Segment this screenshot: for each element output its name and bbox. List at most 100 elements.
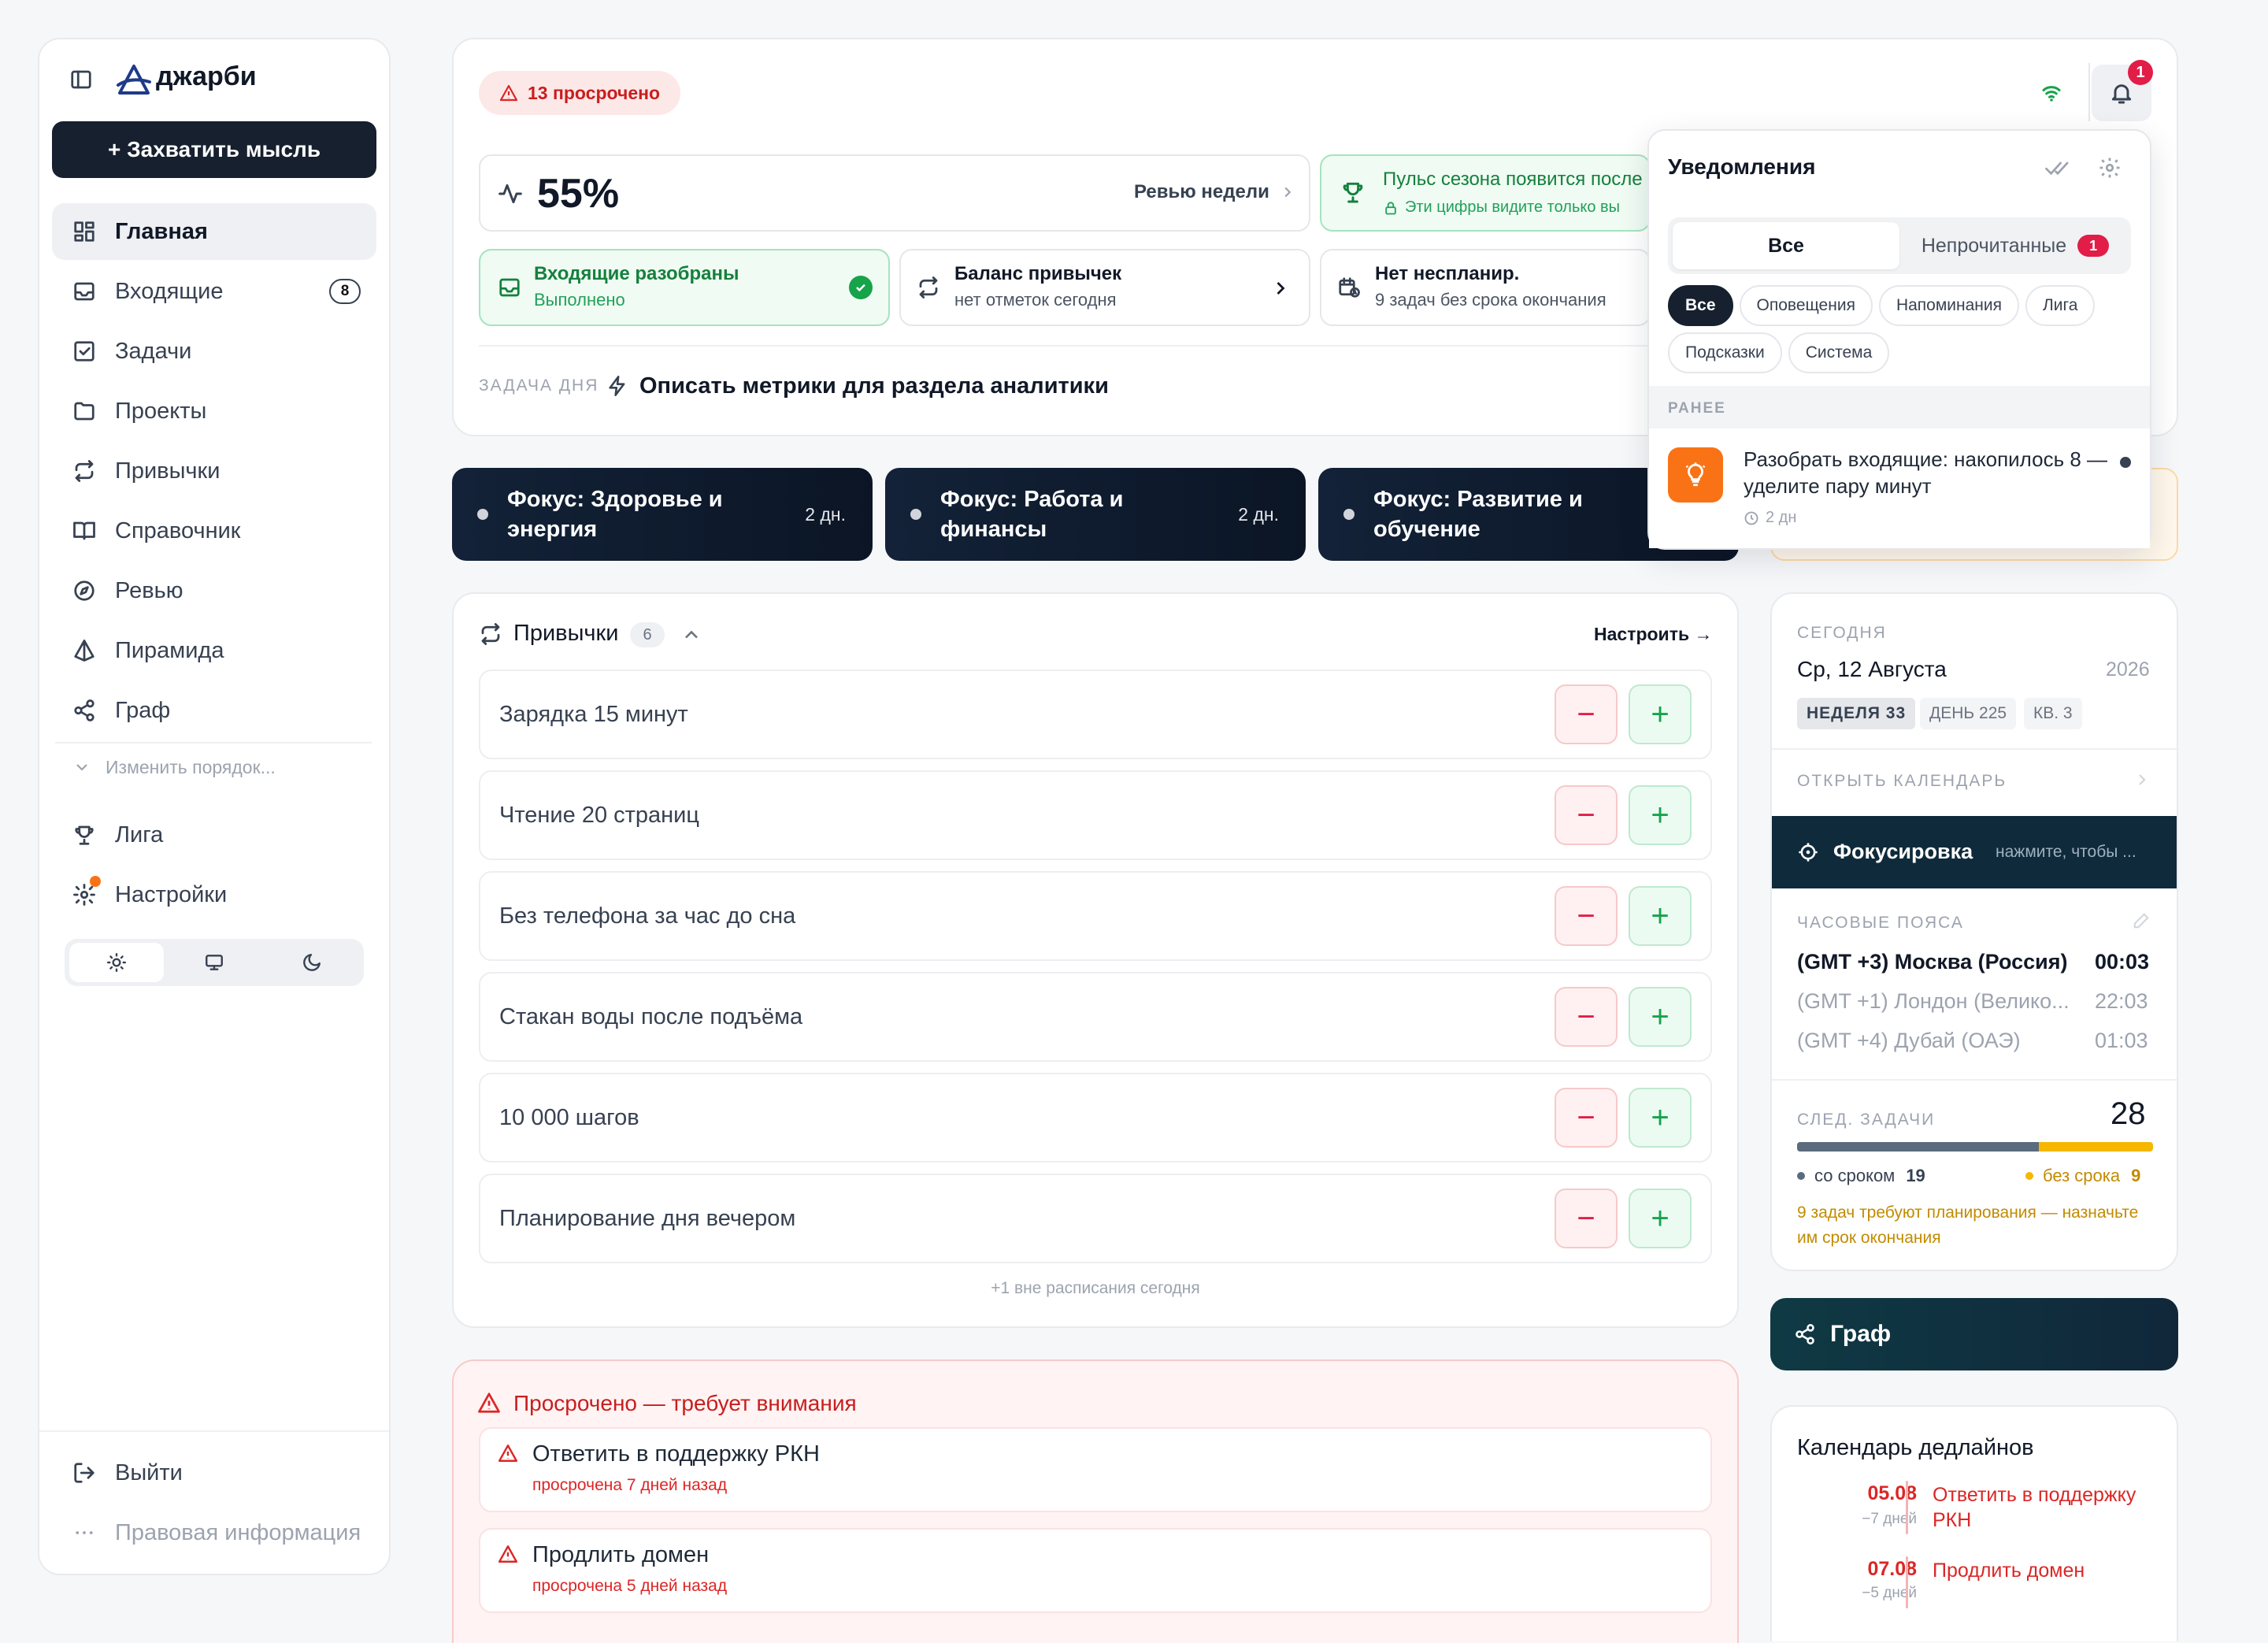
focus-card-health[interactable]: Фокус: Здоровье и энергия 2 дн. bbox=[452, 468, 873, 561]
deadline-divider bbox=[1906, 1481, 1908, 1534]
bell-icon bbox=[2111, 84, 2132, 104]
habit-balance-title: Баланс привычек bbox=[954, 263, 1122, 284]
habit-increment-button[interactable]: + bbox=[1629, 684, 1692, 744]
legend-value: 19 bbox=[1906, 1166, 1925, 1185]
habits-count-badge: 6 bbox=[630, 622, 665, 647]
habit-decrement-button[interactable]: − bbox=[1555, 1088, 1618, 1148]
theme-system-button[interactable] bbox=[167, 943, 261, 982]
focus-days: 2 дн. bbox=[1238, 504, 1279, 525]
focus-card-work[interactable]: Фокус: Работа и финансы 2 дн. bbox=[885, 468, 1306, 561]
sun-icon bbox=[106, 952, 127, 973]
sidebar-item-settings[interactable]: Настройки bbox=[52, 866, 376, 923]
habit-decrement-button[interactable]: − bbox=[1555, 684, 1618, 744]
deadline-date: 05.08 bbox=[1867, 1482, 1917, 1504]
timezone-time: 01:03 bbox=[2095, 1029, 2148, 1052]
gear-icon[interactable] bbox=[2098, 156, 2122, 180]
next-tasks-bar bbox=[1797, 1142, 2153, 1152]
sidebar-item-label: Задачи bbox=[115, 338, 192, 364]
filter-reminders[interactable]: Напоминания bbox=[1878, 285, 2019, 326]
sidebar-item-review[interactable]: Ревью bbox=[52, 562, 376, 619]
tab-unread[interactable]: Непрочитанные 1 bbox=[1903, 222, 2128, 269]
filter-system[interactable]: Система bbox=[1788, 332, 1890, 373]
reorder-link[interactable]: Изменить порядок... bbox=[72, 751, 276, 783]
inbox-done-card[interactable] bbox=[479, 249, 890, 326]
today-divider bbox=[1772, 1079, 2177, 1081]
sidebar-item-reference[interactable]: Справочник bbox=[52, 503, 376, 559]
theme-dark-button[interactable] bbox=[265, 943, 359, 982]
pulse-value: 55% bbox=[537, 171, 620, 217]
habit-decrement-button[interactable]: − bbox=[1555, 987, 1618, 1047]
overdue-badge[interactable]: 13 просрочено bbox=[479, 71, 681, 115]
season-pulse-title: Пульс сезона появится после bbox=[1383, 169, 1643, 190]
sidebar-item-graph[interactable]: Граф bbox=[52, 682, 376, 739]
season-sub-label: Эти цифры видите только вы bbox=[1405, 198, 1621, 216]
review-week-link[interactable]: Ревью недели bbox=[1134, 181, 1296, 203]
habit-balance-card[interactable] bbox=[899, 249, 1310, 326]
calendar-clock-icon bbox=[1339, 277, 1360, 298]
habit-increment-button[interactable]: + bbox=[1629, 1189, 1692, 1248]
habit-increment-button[interactable]: + bbox=[1629, 1088, 1692, 1148]
pencil-icon[interactable] bbox=[2133, 912, 2150, 929]
sidebar-item-label: Привычки bbox=[115, 458, 220, 484]
task-of-day-label: ЗАДАЧА ДНЯ bbox=[479, 376, 599, 395]
legend-label: со сроком bbox=[1814, 1166, 1896, 1185]
habit-decrement-button[interactable]: − bbox=[1555, 785, 1618, 845]
filter-hints[interactable]: Подсказки bbox=[1668, 332, 1782, 373]
deadline-title[interactable]: Ответить в поддержку РКН bbox=[1933, 1482, 2161, 1533]
sidebar-item-league[interactable]: Лига bbox=[52, 807, 376, 863]
sidebar-item-habits[interactable]: Привычки bbox=[52, 443, 376, 499]
habit-increment-button[interactable]: + bbox=[1629, 987, 1692, 1047]
capture-thought-button[interactable]: + Захватить мысль bbox=[52, 121, 376, 178]
overdue-item[interactable] bbox=[479, 1528, 1712, 1613]
habit-name: Планирование дня вечером bbox=[499, 1205, 796, 1231]
filter-all[interactable]: Все bbox=[1668, 285, 1733, 326]
lightning-icon bbox=[609, 376, 625, 396]
theme-light-button[interactable] bbox=[69, 943, 164, 982]
deadline-title[interactable]: Продлить домен bbox=[1933, 1560, 2161, 1582]
filter-league[interactable]: Лига bbox=[2025, 285, 2096, 326]
focus-title: Фокус: Здоровье и энергия bbox=[507, 487, 723, 542]
sidebar-item-tasks[interactable]: Задачи bbox=[52, 323, 376, 380]
legal-info-link[interactable]: Правовая информация bbox=[52, 1504, 376, 1561]
sidebar-item-label: Граф bbox=[115, 697, 171, 723]
warning-icon bbox=[498, 1545, 518, 1563]
sidebar-item-projects[interactable]: Проекты bbox=[52, 383, 376, 439]
open-calendar-link[interactable]: ОТКРЫТЬ КАЛЕНДАРЬ bbox=[1797, 772, 2007, 791]
season-pulse-card bbox=[1320, 154, 1651, 232]
season-pulse-sub: Эти цифры видите только вы bbox=[1383, 198, 1620, 217]
folder-icon bbox=[74, 402, 94, 421]
tab-all[interactable]: Все bbox=[1673, 222, 1899, 269]
sidebar-item-label: Пирамида bbox=[115, 637, 224, 663]
habit-increment-button[interactable]: + bbox=[1629, 785, 1692, 845]
overdue-item-title: Ответить в поддержку РКН bbox=[532, 1441, 820, 1467]
habit-increment-button[interactable]: + bbox=[1629, 886, 1692, 946]
task-of-day-text[interactable]: Описать метрики для раздела аналитики bbox=[639, 373, 1109, 399]
repeat-icon bbox=[75, 460, 94, 482]
focus-title: Фокус: Развитие и обучение bbox=[1373, 487, 1583, 542]
habit-decrement-button[interactable]: − bbox=[1555, 1189, 1618, 1248]
habit-decrement-button[interactable]: − bbox=[1555, 886, 1618, 946]
habit-name: Чтение 20 страниц bbox=[499, 802, 699, 828]
deadline-rel: −7 дней bbox=[1862, 1511, 1917, 1527]
filter-alerts[interactable]: Оповещения bbox=[1739, 285, 1873, 326]
logout-button[interactable]: Выйти bbox=[52, 1445, 376, 1501]
overdue-item[interactable] bbox=[479, 1427, 1712, 1512]
warning-icon bbox=[499, 84, 518, 102]
lock-icon bbox=[1385, 202, 1396, 214]
sidebar-toggle-icon[interactable] bbox=[69, 68, 93, 91]
graph-card[interactable]: Граф bbox=[1770, 1298, 2178, 1370]
overdue-item-sub: просрочена 7 дней назад bbox=[532, 1476, 728, 1494]
unplanned-card[interactable] bbox=[1320, 249, 1651, 326]
habit-name: Стакан воды после подъёма bbox=[499, 1003, 803, 1029]
sidebar-item-label: Лига bbox=[115, 822, 164, 847]
header-divider bbox=[2088, 63, 2090, 121]
habits-configure-link[interactable]: Настроить → bbox=[1594, 624, 1713, 645]
chevron-up-icon[interactable] bbox=[680, 624, 702, 646]
sidebar-item-home[interactable]: Главная bbox=[52, 203, 376, 260]
deadline-divider bbox=[1906, 1556, 1908, 1608]
unread-count-badge: 1 bbox=[2077, 235, 2110, 257]
mark-all-read-icon[interactable] bbox=[2044, 156, 2071, 180]
sidebar-item-inbox[interactable]: Входящие 8 bbox=[52, 263, 376, 320]
sidebar-item-pyramid[interactable]: Пирамида bbox=[52, 622, 376, 679]
unread-dot bbox=[2120, 457, 2131, 468]
